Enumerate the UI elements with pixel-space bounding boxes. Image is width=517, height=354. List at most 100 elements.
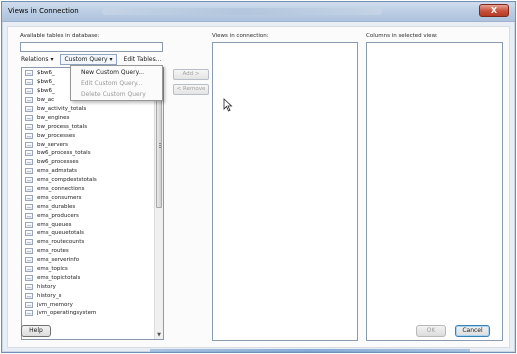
table-icon [25,301,33,308]
table-filter-input[interactable] [20,42,163,52]
table-icon [25,186,33,193]
table-rows: $bw6_ $bw6_ $bw6_ bw_ac bw_activity_totals bw… [22,69,155,318]
title-bar[interactable]: Views in Connection X [2,2,515,22]
table-list-item[interactable]: bw_servers [22,140,155,149]
table-list-item[interactable]: ems_queues [22,220,155,229]
table-list-item[interactable]: history [22,282,155,291]
remove-button[interactable]: < Remove [173,84,209,95]
table-name: ems_topics [37,266,68,273]
table-icon [25,70,33,77]
table-list-item[interactable]: ems_compdeststotals [22,176,155,185]
table-icon [25,221,33,228]
table-icon [25,79,33,86]
taskbar-glow [150,349,470,352]
table-list-item[interactable]: history_s [22,291,155,300]
table-list-item[interactable]: ems_durables [22,202,155,211]
table-icon [25,230,33,237]
table-list-item[interactable]: bw_processes [22,131,155,140]
columns-in-view-list[interactable] [366,42,503,341]
table-name: ems_routes [37,248,69,255]
table-name: $bw6_ [37,88,55,95]
table-icon [25,88,33,95]
table-name: bw_activity_totals [37,106,87,112]
custom-query-dropdown-menu: New Custom Query... Edit Custom Query...… [70,65,163,101]
add-button[interactable]: Add > [173,69,209,80]
table-name: jvm_memory [37,301,73,308]
table-list-item[interactable]: ems_admstats [22,167,155,176]
table-icon [25,310,33,317]
table-list-item[interactable]: jvm_memory [22,300,155,309]
menu-item-delete-custom-query[interactable]: Delete Custom Query [71,89,162,100]
table-icon [25,150,33,157]
table-list-item[interactable]: ems_producers [22,211,155,220]
grip-icon [159,143,161,144]
table-name: $bw6_ [37,79,55,86]
table-list-item[interactable]: ems_queuetotals [22,229,155,238]
table-list-item[interactable]: bw_activity_totals [22,105,155,114]
table-list-item[interactable]: bw_process_totals [22,122,155,131]
table-icon [25,266,33,273]
table-icon [25,177,33,184]
table-name: ems_queues [37,221,72,228]
table-list-item[interactable]: jvm_operatingsystem [22,309,155,318]
table-icon [25,248,33,255]
scroll-down-arrow-icon[interactable]: ▼ [155,331,163,339]
table-name: ems_serverinfo [37,257,80,264]
views-in-connection-list[interactable] [212,42,358,341]
table-icon [25,141,33,148]
menu-item-edit-custom-query[interactable]: Edit Custom Query... [71,78,162,89]
table-list-item[interactable]: ems_routes [22,247,155,256]
edit-tables-button[interactable]: Edit Tables... [120,54,166,65]
table-icon [25,212,33,219]
table-icon [25,203,33,210]
table-icon [25,132,33,139]
cancel-button[interactable]: Cancel [455,325,490,337]
table-name: ems_producers [37,212,79,219]
table-name: ems_routecounts [37,239,85,246]
available-tables-label: Available tables in database: [20,33,100,39]
dialog-client-area: Available tables in database: Views in c… [7,26,510,348]
table-list-item[interactable]: bw6_processes [22,158,155,167]
table-toolbar: Relations ▾ Custom Query ▾ Edit Tables..… [17,54,165,65]
columns-in-view-label: Columns in selected view: [366,33,438,39]
table-name: ems_consumers [37,194,82,201]
table-name: jvm_operatingsystem [37,310,97,317]
table-icon [25,168,33,175]
table-list-item[interactable]: ems_connections [22,185,155,194]
table-name: ems_admstats [37,168,77,175]
table-name: bw_servers [37,141,69,148]
table-name: bw_processes [37,132,76,139]
ok-button[interactable]: OK [416,325,446,337]
table-icon [25,106,33,112]
table-list-item[interactable]: bw_engines [22,113,155,122]
tables-scrollbar[interactable]: ▲ ▼ [154,68,163,339]
table-list-item[interactable]: ems_routecounts [22,238,155,247]
table-name: bw6_process_totals [37,150,91,157]
table-name: ems_connections [37,186,85,193]
table-list-item[interactable]: ems_topictotals [22,273,155,282]
table-icon [25,274,33,281]
table-icon [25,97,33,104]
table-list-item[interactable]: bw6_process_totals [22,149,155,158]
table-icon [25,159,33,166]
menu-item-new-custom-query[interactable]: New Custom Query... [71,67,162,78]
help-button[interactable]: Help [21,325,51,337]
views-in-connection-dialog: Views in Connection X Available tables i… [1,1,516,353]
views-in-connection-label: Views in connection: [212,33,269,39]
close-button[interactable]: X [479,4,509,17]
table-list-item[interactable]: ems_topics [22,265,155,274]
table-list-item[interactable]: ems_consumers [22,193,155,202]
table-name: ems_durables [37,203,76,210]
window-title: Views in Connection [8,7,79,15]
table-icon [25,292,33,299]
table-name: $bw6_ [37,70,55,77]
available-tables-list[interactable]: $bw6_ $bw6_ $bw6_ bw_ac bw_activity_totals bw… [21,67,164,340]
table-name: bw_engines [37,114,70,121]
relations-menu-button[interactable]: Relations ▾ [17,54,57,65]
table-name: history [37,283,56,290]
mouse-pointer-icon [223,98,233,112]
table-name: bw_process_totals [37,123,88,130]
table-name: ems_topictotals [37,274,81,281]
table-list-item[interactable]: ems_serverinfo [22,256,155,265]
custom-query-menu-button[interactable]: Custom Query ▾ [60,54,117,65]
